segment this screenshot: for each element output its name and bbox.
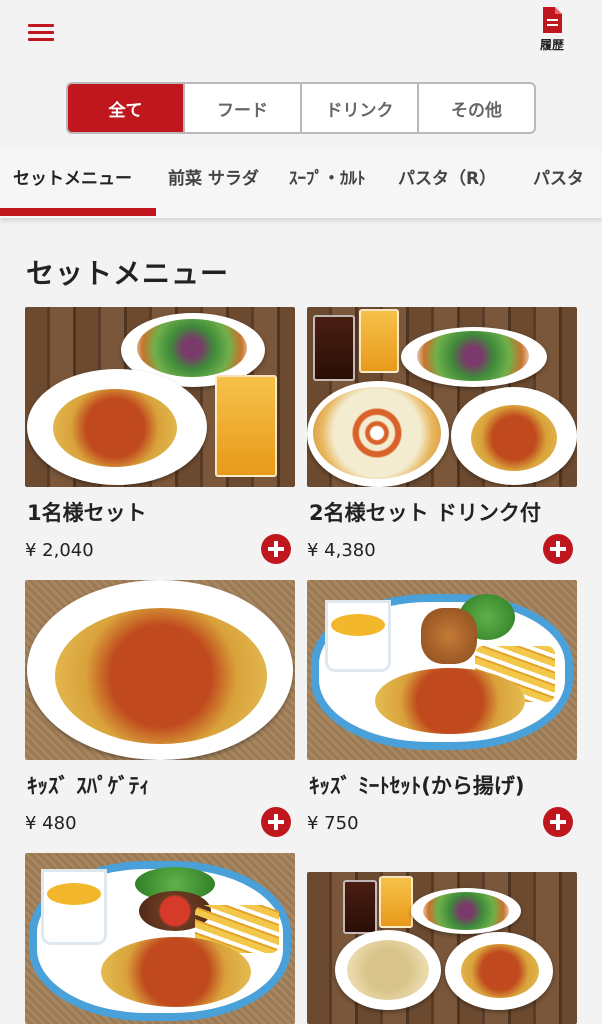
product-image xyxy=(307,872,577,1024)
product-name: 1名様セット xyxy=(27,501,147,525)
product-price: ¥ 4,380 xyxy=(307,540,376,561)
product-price: ¥ 2,040 xyxy=(25,540,94,561)
active-tab-indicator xyxy=(0,208,156,216)
segment-drink[interactable]: ドリンク xyxy=(302,84,419,132)
tab-pasta[interactable]: パスタ xyxy=(533,164,584,189)
product-price: ¥ 480 xyxy=(25,813,77,834)
tab-pasta-r[interactable]: パスタ（R） xyxy=(398,164,496,189)
tab-set-menu[interactable]: セットメニュー xyxy=(13,164,132,189)
document-icon xyxy=(543,7,562,33)
segment-other[interactable]: その他 xyxy=(419,84,534,132)
plus-circle-icon[interactable] xyxy=(261,807,291,837)
tab-appetizer-salad[interactable]: 前菜 サラダ xyxy=(168,164,259,189)
product-image xyxy=(25,580,295,760)
hamburger-menu-icon[interactable] xyxy=(28,22,54,42)
product-name: 2名様セット ドリンク付 xyxy=(309,501,541,525)
product-name: ｷｯｽﾞ ｽﾊﾟｹﾞﾃｨ xyxy=(27,774,150,798)
section-title: セットメニュー xyxy=(26,257,230,290)
filter-segmented-control: 全て フード ドリンク その他 xyxy=(66,82,536,134)
product-image xyxy=(307,307,577,487)
product-image xyxy=(25,307,295,487)
plus-circle-icon[interactable] xyxy=(543,534,573,564)
product-card[interactable]: 1名様セット ¥ 2,040 xyxy=(25,307,295,564)
top-bar: 履歴 xyxy=(0,0,602,70)
category-tab-bar[interactable]: セットメニュー 前菜 サラダ ｽｰﾌﾟ・ｶﾙﾄ パスタ（R） パスタ xyxy=(0,150,602,218)
history-button[interactable]: 履歴 xyxy=(534,6,570,53)
segment-food[interactable]: フード xyxy=(185,84,302,132)
product-price: ¥ 750 xyxy=(307,813,359,834)
history-label: 履歴 xyxy=(539,38,564,52)
plus-circle-icon[interactable] xyxy=(261,534,291,564)
segment-all[interactable]: 全て xyxy=(68,84,185,132)
product-image xyxy=(25,853,295,1024)
product-image xyxy=(307,580,577,760)
product-name: ｷｯｽﾞ ﾐｰﾄｾｯﾄ(から揚げ) xyxy=(309,774,525,798)
product-card[interactable] xyxy=(25,853,295,1024)
tab-soup-carte[interactable]: ｽｰﾌﾟ・ｶﾙﾄ xyxy=(289,164,366,189)
product-card[interactable]: ｷｯｽﾞ ﾐｰﾄｾｯﾄ(から揚げ) ¥ 750 xyxy=(307,580,577,837)
product-card[interactable]: 2名様セット ドリンク付 ¥ 4,380 xyxy=(307,307,577,564)
product-card[interactable]: ｷｯｽﾞ ｽﾊﾟｹﾞﾃｨ ¥ 480 xyxy=(25,580,295,837)
product-card[interactable] xyxy=(307,872,577,1024)
plus-circle-icon[interactable] xyxy=(543,807,573,837)
